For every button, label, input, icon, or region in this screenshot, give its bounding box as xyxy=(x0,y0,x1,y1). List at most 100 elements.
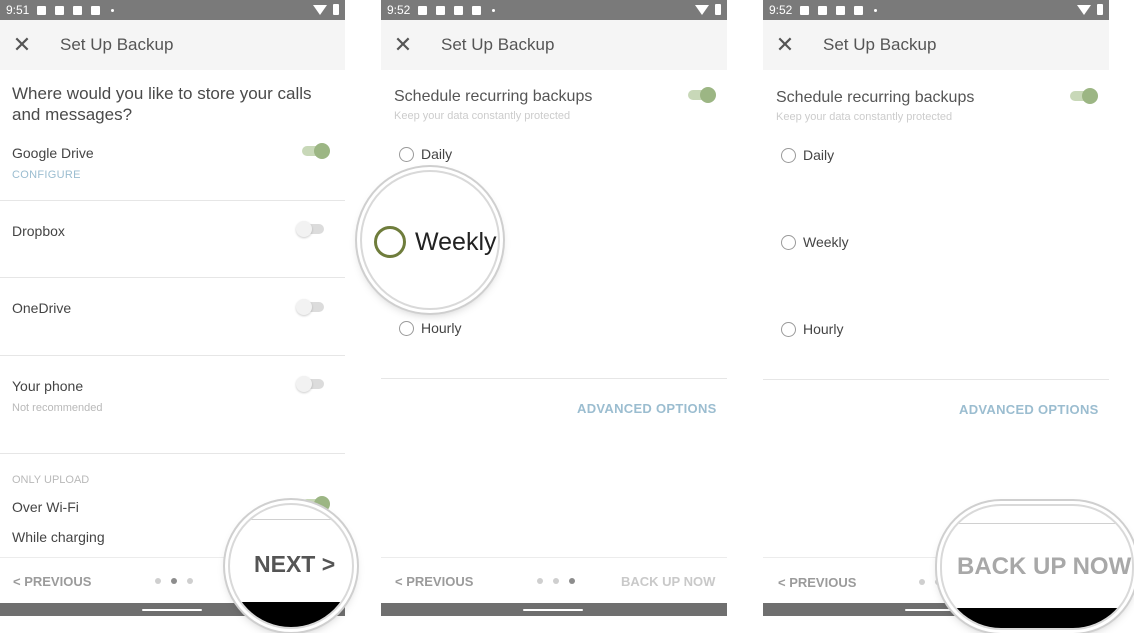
status-bar: 9:52 xyxy=(763,0,1109,20)
close-icon[interactable]: ✕ xyxy=(381,32,425,58)
dropbox-label: Dropbox xyxy=(12,223,65,239)
status-bar: 9:51 xyxy=(0,0,345,20)
your-phone-sub: Not recommended xyxy=(12,402,103,414)
notification-icon xyxy=(454,5,464,15)
page-indicator xyxy=(537,578,575,584)
radio-label: Daily xyxy=(803,147,835,163)
notification-icon xyxy=(91,5,101,15)
zoom-back-up-now-button: BACK UP NOW xyxy=(940,504,1134,630)
google-drive-label: Google Drive xyxy=(12,145,94,161)
home-indicator[interactable] xyxy=(523,609,583,611)
over-wifi-label: Over Wi-Fi xyxy=(12,499,79,515)
radio-label: Weekly xyxy=(803,234,849,250)
page-title: Set Up Backup xyxy=(823,35,937,54)
radio-circle xyxy=(781,234,796,250)
back-up-now-button[interactable]: BACK UP NOW xyxy=(957,553,1131,581)
radio-hourly[interactable]: Hourly xyxy=(399,320,461,336)
radio-hourly[interactable]: Hourly xyxy=(781,321,843,337)
advanced-options-button[interactable]: ADVANCED OPTIONS xyxy=(577,401,717,416)
radio-circle xyxy=(781,321,796,337)
divider xyxy=(763,379,1109,380)
status-time: 9:51 xyxy=(6,3,30,17)
close-icon[interactable]: ✕ xyxy=(0,32,44,58)
close-icon[interactable]: ✕ xyxy=(763,32,807,58)
radio-weekly-zoom[interactable]: Weekly xyxy=(374,226,497,258)
wifi-icon xyxy=(1077,4,1091,15)
schedule-sub: Keep your data constantly protected xyxy=(394,110,571,122)
radio-label: Daily xyxy=(421,146,453,162)
phone-panel-schedule: 9:52 ✕ Set Up Backup Schedule recurring … xyxy=(381,0,727,633)
wifi-icon xyxy=(313,4,327,15)
divider xyxy=(0,277,345,278)
page-dot xyxy=(155,578,161,584)
previous-button[interactable]: < PREVIOUS xyxy=(395,574,473,589)
onedrive-toggle[interactable] xyxy=(296,299,326,315)
dropbox-toggle[interactable] xyxy=(296,221,326,237)
previous-button[interactable]: < PREVIOUS xyxy=(13,574,91,589)
previous-button[interactable]: < PREVIOUS xyxy=(778,575,856,590)
divider xyxy=(0,355,345,356)
radio-circle xyxy=(399,146,414,162)
app-bar: ✕ Set Up Backup xyxy=(381,20,727,70)
configure-link[interactable]: CONFIGURE xyxy=(12,169,81,181)
app-bar: ✕ Set Up Backup xyxy=(763,20,1109,70)
radio-circle-focused xyxy=(374,226,406,258)
radio-label: Hourly xyxy=(421,320,462,336)
google-drive-toggle[interactable] xyxy=(300,143,330,159)
page-dot xyxy=(187,578,193,584)
schedule-toggle[interactable] xyxy=(1068,88,1098,104)
radio-daily[interactable]: Daily xyxy=(399,146,452,162)
schedule-label: Schedule recurring backups xyxy=(776,89,975,106)
divider xyxy=(381,378,727,379)
battery-icon xyxy=(1097,4,1103,15)
status-bar: 9:52 xyxy=(381,0,727,20)
advanced-options-button[interactable]: ADVANCED OPTIONS xyxy=(959,402,1099,417)
page-dot-active xyxy=(171,578,177,584)
your-phone-toggle[interactable] xyxy=(296,376,326,392)
your-phone-label: Your phone xyxy=(12,378,84,394)
notification-icon xyxy=(73,5,83,15)
back-up-now-button[interactable]: BACK UP NOW xyxy=(621,574,715,589)
notification-icon xyxy=(800,5,810,15)
schedule-sub: Keep your data constantly protected xyxy=(776,111,953,123)
notification-icon xyxy=(836,5,846,15)
page-dot xyxy=(553,578,559,584)
radio-circle xyxy=(399,320,414,336)
battery-icon xyxy=(333,4,339,15)
schedule-label: Schedule recurring backups xyxy=(394,88,593,105)
radio-daily[interactable]: Daily xyxy=(781,147,834,163)
more-notifications-icon xyxy=(874,8,878,12)
divider xyxy=(0,453,345,454)
page-title: Set Up Backup xyxy=(60,35,174,54)
radio-circle xyxy=(781,147,796,163)
notification-icon xyxy=(418,5,428,15)
page-dot xyxy=(537,578,543,584)
notification-icon xyxy=(55,5,65,15)
next-button[interactable]: NEXT > xyxy=(254,551,335,578)
more-notifications-icon xyxy=(492,8,496,12)
radio-weekly[interactable]: Weekly xyxy=(781,234,849,250)
zoom-next-button: NEXT > xyxy=(228,503,354,629)
page-indicator xyxy=(155,578,193,584)
onedrive-label: OneDrive xyxy=(12,300,72,316)
page-title: Set Up Backup xyxy=(441,35,555,54)
only-upload-heading: ONLY UPLOAD xyxy=(12,474,90,486)
more-notifications-icon xyxy=(111,8,115,12)
radio-label: Weekly xyxy=(415,227,497,256)
notification-icon xyxy=(436,5,446,15)
home-indicator[interactable] xyxy=(142,609,202,611)
battery-icon xyxy=(715,4,721,15)
notification-icon xyxy=(472,5,482,15)
wifi-icon xyxy=(695,4,709,15)
divider xyxy=(0,200,345,201)
bottom-nav: < PREVIOUS BACK UP NOW xyxy=(381,557,727,604)
radio-label: Hourly xyxy=(803,321,844,337)
notification-icon xyxy=(37,5,47,15)
zoom-weekly-option: Weekly xyxy=(360,170,500,310)
schedule-toggle[interactable] xyxy=(686,87,716,103)
storage-question: Where would you like to store your calls… xyxy=(12,84,312,124)
page-dot-active xyxy=(569,578,575,584)
page-dot xyxy=(919,579,925,585)
system-nav-bar xyxy=(381,603,727,616)
notification-icon xyxy=(854,5,864,15)
